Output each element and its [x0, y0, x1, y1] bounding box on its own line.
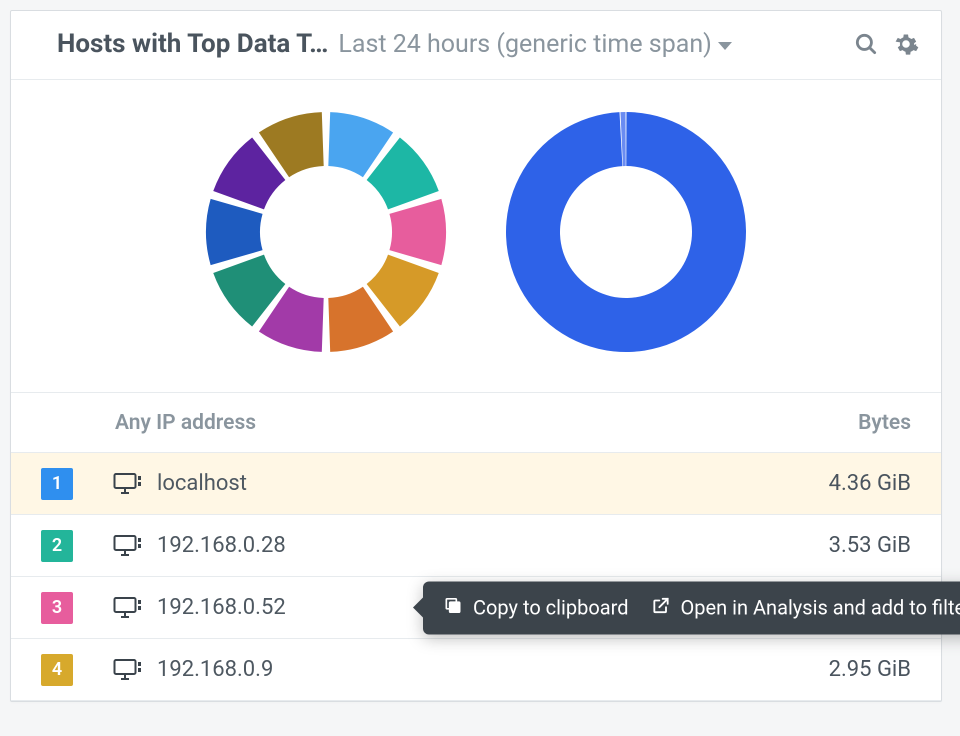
- rank-chip: 4: [41, 654, 73, 686]
- time-span-selector[interactable]: Last 24 hours (generic time span): [338, 30, 843, 59]
- donut-slice[interactable]: [389, 199, 446, 265]
- external-link-icon: [651, 595, 671, 620]
- table-row[interactable]: 1 localhost 4.36 GiB: [11, 453, 941, 515]
- search-icon[interactable]: [853, 31, 879, 57]
- table-header: Any IP address Bytes: [11, 393, 941, 453]
- rank-chip: 1: [41, 468, 73, 500]
- host-label: localhost: [157, 471, 247, 496]
- host-icon: [113, 472, 143, 496]
- gear-icon[interactable]: [893, 31, 919, 57]
- open-in-analysis-button[interactable]: Open in Analysis and add to filter: [651, 595, 960, 620]
- donut-chart-left: [196, 102, 456, 362]
- header-actions: [853, 31, 919, 57]
- table-row[interactable]: 4 192.168.0.9 2.95 GiB: [11, 639, 941, 701]
- table-row[interactable]: 3192.168.0.52Copy to clipboardOpen in An…: [11, 577, 941, 639]
- time-span-label: Last 24 hours (generic time span): [338, 30, 711, 59]
- rank-chip: 2: [41, 530, 73, 562]
- chevron-down-icon: [718, 42, 732, 50]
- bytes-cell: 3.53 GiB: [771, 533, 941, 558]
- host-icon: [113, 534, 143, 558]
- table-row[interactable]: 2 192.168.0.28 3.53 GiB: [11, 515, 941, 577]
- host-label: 192.168.0.28: [157, 533, 286, 558]
- host-label: 192.168.0.52: [157, 595, 286, 620]
- rank-chip: 3: [41, 592, 73, 624]
- chart-area: [11, 79, 941, 392]
- panel-header: Hosts with Top Data T… Last 24 hours (ge…: [11, 11, 941, 73]
- copy-to-clipboard-button[interactable]: Copy to clipboard: [443, 595, 629, 620]
- column-header-bytes[interactable]: Bytes: [771, 411, 941, 435]
- host-label: 192.168.0.9: [157, 657, 273, 682]
- host-icon: [113, 658, 143, 682]
- analysis-label: Open in Analysis and add to filter: [681, 596, 960, 620]
- host-icon: [113, 596, 143, 620]
- donut-slice[interactable]: [206, 199, 263, 265]
- column-header-ip[interactable]: Any IP address: [103, 411, 771, 435]
- row-context-popover: Copy to clipboard Open in Analysis and ad…: [423, 581, 960, 634]
- bytes-cell: 4.36 GiB: [771, 471, 941, 496]
- donut-slice[interactable]: [506, 112, 746, 352]
- hosts-table: Any IP address Bytes 1 localhost 4.36 GiB 2…: [11, 392, 941, 701]
- panel-title: Hosts with Top Data T…: [57, 29, 328, 59]
- copy-icon: [443, 595, 463, 620]
- dashboard-panel: Hosts with Top Data T… Last 24 hours (ge…: [10, 10, 942, 702]
- copy-label: Copy to clipboard: [473, 596, 629, 620]
- donut-chart-right: [496, 102, 756, 362]
- bytes-cell: 2.95 GiB: [771, 657, 941, 682]
